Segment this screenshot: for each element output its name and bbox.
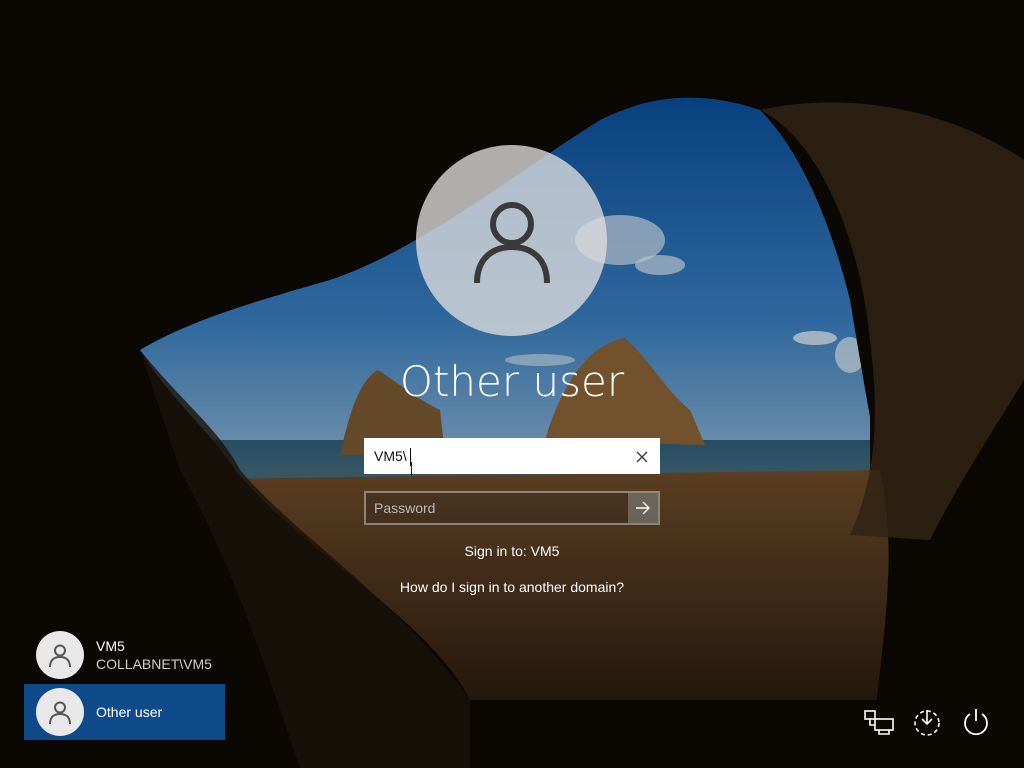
arrow-right-icon: [636, 501, 650, 515]
signin-domain-text: Sign in to: VM5: [464, 543, 560, 559]
clear-button[interactable]: [629, 444, 654, 469]
ease-of-access-icon: [914, 710, 940, 736]
password-placeholder: Password: [374, 500, 436, 516]
power-button[interactable]: [960, 706, 992, 738]
user-tile-other-user[interactable]: Other user: [24, 684, 225, 740]
avatar: [36, 631, 84, 679]
user-tile-name: Other user: [96, 704, 163, 720]
username-input[interactable]: VM5\: [364, 438, 660, 476]
ease-of-access-button[interactable]: [911, 706, 943, 738]
user-tile-account: COLLABNET\VM5: [96, 656, 212, 672]
password-input[interactable]: Password: [364, 491, 660, 525]
user-icon: [473, 201, 550, 283]
avatar: [36, 688, 84, 736]
page-title: Other user: [399, 357, 625, 406]
user-avatar-large: [416, 145, 607, 336]
ibeam-cursor-icon: [411, 462, 412, 476]
user-icon: [49, 644, 71, 668]
user-tile-vm5[interactable]: VM5 COLLABNET\VM5: [24, 627, 225, 683]
network-button[interactable]: [863, 706, 895, 738]
close-icon: [636, 451, 647, 462]
user-tile-name: VM5: [96, 638, 125, 654]
submit-button[interactable]: [628, 493, 658, 523]
user-icon: [49, 701, 71, 725]
username-value: VM5\: [374, 448, 407, 464]
domain-help-link[interactable]: How do I sign in to another domain?: [312, 579, 712, 595]
power-icon: [964, 709, 988, 736]
network-icon: [864, 710, 894, 735]
